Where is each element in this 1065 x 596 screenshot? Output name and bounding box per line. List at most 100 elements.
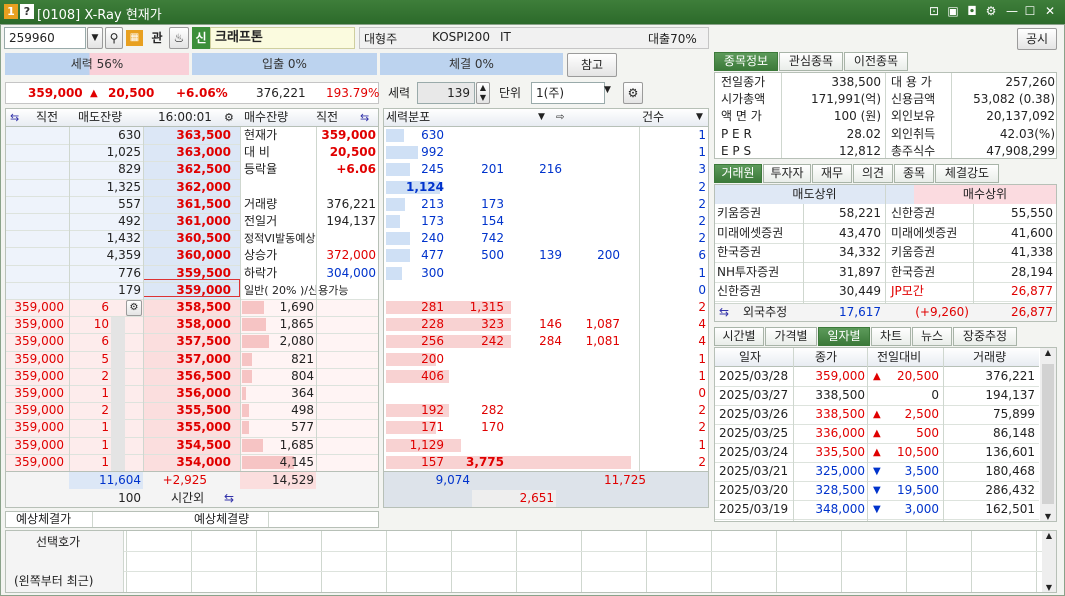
tab-info_tabs-1[interactable]: 관심종목 — [779, 52, 843, 71]
bottom-scrollbar[interactable]: ▲ ▼ — [1042, 531, 1056, 592]
grid-line — [124, 571, 1042, 572]
unit-dropdown-icon[interactable]: ▼ — [604, 85, 611, 95]
ask-price[interactable]: 360,000 — [143, 247, 231, 264]
buy-broker-qty: 41,600 — [1011, 225, 1053, 240]
tab-daily_tabs-0[interactable]: 시간별 — [714, 327, 764, 346]
minimize-icon[interactable]: — — [1004, 3, 1020, 20]
save-icon[interactable]: ▣ — [945, 3, 961, 20]
daily-volume: 162,501 — [985, 502, 1035, 516]
daily-close: 338,500 — [815, 388, 865, 402]
tab-broker_tabs-4[interactable]: 종목 — [894, 164, 934, 183]
bid-price[interactable]: 357,000 — [143, 351, 231, 368]
link-icon[interactable]: ⊡ — [926, 3, 942, 20]
settings-gear-icon[interactable]: ⚙ — [623, 82, 643, 104]
tab-info_tabs-0[interactable]: 종목정보 — [714, 52, 778, 71]
after-hours-label: 시간외 — [171, 491, 205, 505]
buy-broker-name[interactable]: 미래에셋증권 — [891, 225, 957, 242]
ask-price[interactable]: 362,000 — [143, 179, 231, 196]
after-hours-swap-icon[interactable]: ⇆ — [224, 490, 234, 507]
disclosure-button[interactable]: 공시 — [1017, 28, 1057, 50]
bid-gear-icon[interactable]: ⚙ — [126, 300, 142, 316]
bid-price[interactable]: 354,500 — [143, 437, 231, 454]
bid-scrollbar[interactable] — [111, 317, 125, 471]
selected-quotes-panel: 선택호가 (왼쪽부터 최근) ▲ ▼ — [5, 530, 1057, 593]
sell-broker-name[interactable]: 미래에셋증권 — [717, 225, 783, 242]
daily-scrollbar[interactable]: ▲ ▼ — [1040, 348, 1056, 521]
ask-price[interactable]: 361,000 — [143, 213, 231, 230]
dist-ask-value: 173 — [421, 214, 444, 228]
buy-broker-name[interactable]: 키움증권 — [891, 244, 935, 261]
tab-daily_tabs-3[interactable]: 차트 — [871, 327, 911, 346]
book-gear-icon[interactable]: ⚙ — [224, 109, 234, 126]
close-icon[interactable]: ✕ — [1042, 3, 1058, 20]
tab-broker_tabs-3[interactable]: 의견 — [853, 164, 893, 183]
bid-count: 2 — [698, 403, 706, 418]
reference-button[interactable]: 참고 — [567, 53, 617, 77]
bid-price[interactable]: 355,500 — [143, 402, 231, 419]
tab-info_tabs-2[interactable]: 이전종목 — [844, 52, 908, 71]
maximize-icon[interactable]: ☐ — [1022, 3, 1038, 20]
sector-label: IT — [500, 30, 511, 44]
code-dropdown-button[interactable]: ▼ — [87, 27, 103, 49]
search-icon[interactable]: ⚲ — [105, 27, 123, 49]
buy-broker-name[interactable]: JP모간 — [891, 283, 924, 300]
bell-icon[interactable]: ♨ — [169, 27, 189, 49]
price-summary: 359,000 ▲ 20,500 +6.06% 376,221 193.79% — [5, 82, 379, 104]
daily-close: 335,500 — [815, 445, 865, 459]
bid-price[interactable]: 358,000 — [143, 316, 231, 333]
arrow-right-icon[interactable]: ⇨ — [556, 109, 564, 126]
grid-line — [516, 531, 517, 592]
count-dropdown-icon[interactable]: ▼ — [696, 109, 703, 126]
ask-price[interactable]: 363,000 — [143, 144, 231, 161]
daily-date: 2025/03/26 — [719, 407, 789, 421]
sell-broker-name[interactable]: 신한증권 — [717, 283, 761, 300]
ask-price[interactable]: 361,500 — [143, 196, 231, 213]
bid-price[interactable]: 358,500 — [143, 299, 231, 316]
sell-broker-name[interactable]: 키움증권 — [717, 205, 761, 222]
ask-info-value — [296, 230, 376, 247]
ask-price[interactable]: 363,500 — [143, 127, 231, 144]
camera-icon[interactable]: ◘ — [964, 3, 980, 20]
tab-broker_tabs-2[interactable]: 재무 — [812, 164, 852, 183]
tab-daily_tabs-4[interactable]: 뉴스 — [912, 327, 952, 346]
ask-count: 6 — [698, 248, 706, 263]
sell-broker-name[interactable]: NH투자증권 — [717, 264, 779, 281]
distribution-dropdown-icon[interactable]: ▼ — [538, 109, 545, 126]
sell-broker-name[interactable]: 한국증권 — [717, 244, 761, 261]
bid-price[interactable]: 356,000 — [143, 385, 231, 402]
tab-daily_tabs-5[interactable]: 장중추정 — [953, 327, 1017, 346]
watch-button[interactable]: 관 — [147, 27, 167, 49]
gear-icon[interactable]: ⚙ — [983, 3, 999, 20]
stock-code-input[interactable]: 259960 — [4, 27, 86, 49]
calendar-icon[interactable]: ▦ — [126, 30, 143, 46]
unit-select[interactable]: 1(주) — [531, 82, 605, 104]
bid-price[interactable]: 357,500 — [143, 333, 231, 350]
bid-price[interactable]: 355,000 — [143, 419, 231, 436]
buy-broker-name[interactable]: 한국증권 — [891, 264, 935, 281]
distribution-totals: 9,074 11,725 2,651 — [384, 471, 708, 507]
force-value-input[interactable]: 139 — [417, 82, 475, 104]
help-badge[interactable]: ? — [20, 4, 34, 19]
row-line — [6, 178, 240, 180]
tab-daily_tabs-2[interactable]: 일자별 — [818, 327, 870, 346]
tab-broker_tabs-1[interactable]: 투자자 — [763, 164, 811, 183]
bid-price[interactable]: 354,000 — [143, 454, 231, 471]
tab-daily_tabs-1[interactable]: 가격별 — [765, 327, 817, 346]
ask-count: 1 — [698, 128, 706, 142]
bid-prev-price: 359,000 — [14, 300, 64, 314]
force-stepper[interactable]: ▲ ▼ — [476, 82, 490, 104]
ask-qty: 829 — [118, 162, 141, 177]
force-label: 세력 — [388, 86, 411, 100]
ask-price[interactable]: 360,500 — [143, 230, 231, 247]
daily-close: 348,000 — [815, 502, 865, 516]
swap-icon-right[interactable]: ⇆ — [360, 109, 369, 126]
info-label-2: 대 용 가 — [891, 75, 932, 89]
tab-broker_tabs-5[interactable]: 체결강도 — [935, 164, 999, 183]
tab-broker_tabs-0[interactable]: 거래원 — [714, 164, 762, 183]
daily-close-header: 종가 — [815, 350, 838, 364]
ask-price[interactable]: 362,500 — [143, 161, 231, 178]
bid-price[interactable]: 356,500 — [143, 368, 231, 385]
foreign-swap-icon[interactable]: ⇆ — [719, 304, 729, 321]
swap-icon[interactable]: ⇆ — [10, 109, 19, 126]
buy-broker-name[interactable]: 신한증권 — [891, 205, 935, 222]
